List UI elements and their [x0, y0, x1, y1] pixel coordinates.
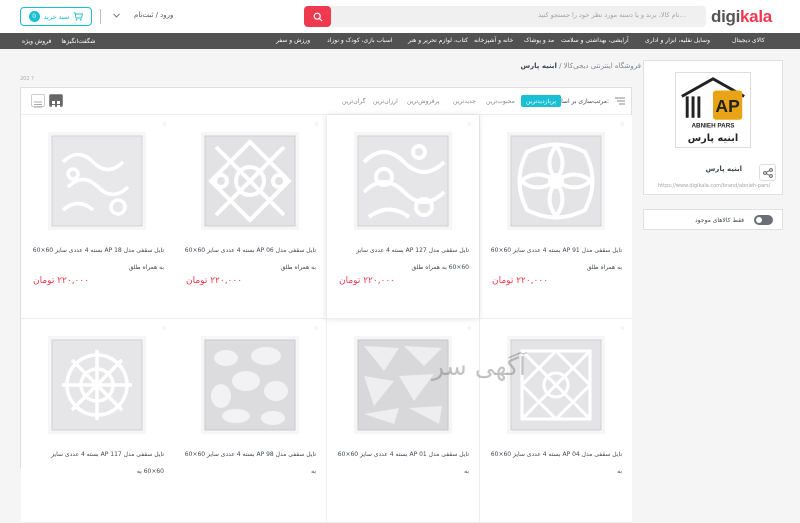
favorite-icon[interactable]: ☆ [314, 121, 319, 128]
watermark: آگهی سر [432, 352, 526, 381]
nav-item-toys[interactable]: اسباب بازی، کودک و نوزاد [327, 37, 393, 44]
product-price: ۲۲۰,۰۰۰ تومان [492, 276, 549, 286]
favorite-icon[interactable]: ☆ [620, 325, 625, 332]
sort-option-bestseller[interactable]: پرفروش‌ترین [407, 98, 440, 105]
sort-option-expensive[interactable]: گران‌ترین [342, 98, 365, 105]
nav-item-special-sale[interactable]: فروش ویژه [22, 38, 51, 45]
product-card[interactable]: ☆ تایل سقفی مدل AP 91 بسته 4 عددی سایز 6… [479, 115, 632, 319]
favorite-icon[interactable]: ☆ [162, 325, 167, 332]
nav-promos: فروش ویژه شگفت‌انگیزها [22, 33, 95, 49]
product-card[interactable]: ☆ تایل سقفی مدل AP 01 بسته 4 عددی سایز 6… [326, 319, 479, 523]
available-only-filter: فقط کالاهای موجود [643, 209, 783, 230]
breadcrumb-parent[interactable]: فروشگاه اینترنتی دیجی‌کالا [564, 62, 641, 70]
brand-logo-latin: ABNIEH PARS [691, 123, 734, 130]
product-title[interactable]: تایل سقفی مدل AP 91 بسته 4 عددی سایز 60×… [487, 242, 622, 276]
list-view-button[interactable] [31, 94, 45, 108]
search-input[interactable]: نام کالا، برند و یا دسته مورد نظر خود را… [304, 6, 706, 27]
product-title[interactable]: تایل سقفی مدل AP 127 بسته 4 عددی سایز 60… [334, 242, 469, 276]
sort-option-most-viewed[interactable]: پربازدیدترین [521, 95, 561, 107]
sort-option-cheapest[interactable]: ارزان‌ترین [373, 98, 398, 105]
results-count: 202 ? [20, 76, 34, 82]
product-image [354, 336, 452, 434]
product-title[interactable]: تایل سقفی مدل AP 06 بسته 4 عددی سایز 60×… [181, 242, 316, 276]
product-image [354, 132, 452, 230]
product-title[interactable]: تایل سقفی مدل AP 98 بسته 4 عددی سایز 60×… [181, 446, 316, 480]
nav-item-sports[interactable]: ورزش و سفر [276, 37, 310, 44]
favorite-icon[interactable]: ☆ [620, 121, 625, 128]
product-image [201, 336, 299, 434]
grid-view-button[interactable] [49, 94, 63, 108]
brand-logo: AP ABNIEH PARS ابنیه پارس [675, 72, 751, 148]
nav-item-amazing[interactable]: شگفت‌انگیزها [61, 38, 95, 45]
nav-item-beauty[interactable]: آرایشی، بهداشتی و سلامت [561, 37, 629, 44]
product-image [48, 132, 146, 230]
share-icon [762, 167, 773, 178]
list-icon [34, 101, 42, 108]
logo-text-b: kala [740, 7, 772, 26]
login-label: ورود / ثبت‌نام [134, 11, 174, 19]
digikala-logo[interactable]: digikala [711, 7, 772, 27]
nav-item-fashion[interactable]: مد و پوشاک [524, 37, 554, 44]
cart-button[interactable]: 0 سبد خرید [20, 7, 92, 26]
product-price: ۲۲۰,۰۰۰ تومان [33, 276, 90, 286]
product-title[interactable]: تایل سقفی مدل AP 18 بسته 4 عددی سایز 60×… [29, 242, 164, 276]
favorite-icon[interactable]: ☆ [467, 325, 472, 332]
favorite-icon[interactable]: ☆ [314, 325, 319, 332]
product-card[interactable]: ☆ تایل سقفی مدل AP 18 بسته 4 عددی سایز 6… [21, 115, 174, 319]
search-button[interactable] [304, 6, 331, 27]
logo-text-a: digi [711, 7, 741, 26]
nav-item-vehicles[interactable]: وسایل نقلیه، ابزار و اداری [645, 37, 710, 44]
product-title[interactable]: تایل سقفی مدل AP 01 بسته 4 عددی سایز 60×… [334, 446, 469, 480]
brand-logo-persian: ابنیه پارس [688, 133, 739, 144]
header: digikala نام کالا، برند و یا دسته مورد ن… [0, 0, 800, 33]
sort-bar: مرتب‌سازی بر اساس: پربازدیدترین محبوب‌تر… [21, 88, 631, 115]
header-divider [100, 9, 101, 24]
breadcrumb: فروشگاه اینترنتی دیجی‌کالا / ابنیه پارس [520, 62, 641, 70]
grid-icon [52, 101, 60, 108]
breadcrumb-current: ابنیه پارس [520, 62, 557, 70]
sort-label: مرتب‌سازی بر اساس: [553, 98, 609, 105]
sort-option-newest[interactable]: جدیدترین [453, 98, 476, 105]
product-card[interactable]: ☆ تایل سقفی مدل AP 06 بسته 4 عددی سایز 6… [173, 115, 326, 319]
favorite-icon[interactable]: ☆ [162, 121, 167, 128]
product-image [507, 336, 605, 434]
product-price: ۲۲۰,۰۰۰ تومان [339, 276, 396, 286]
search-placeholder: نام کالا، برند و یا دسته مورد نظر خود را… [538, 11, 686, 19]
cart-icon [73, 12, 84, 21]
brand-name: ابنیه پارس [705, 165, 742, 173]
main-nav: کالای دیجیتال وسایل نقلیه، ابزار و اداری… [0, 33, 800, 49]
product-card[interactable]: ☆ تایل سقفی مدل AP 98 بسته 4 عددی سایز 6… [173, 319, 326, 523]
product-image [201, 132, 299, 230]
chevron-down-icon [113, 12, 120, 18]
product-card[interactable]: ☆ تایل سقفی مدل AP 117 بسته 4 عددی سایز … [21, 319, 174, 523]
product-image [48, 336, 146, 434]
nav-item-home[interactable]: خانه و آشپزخانه [474, 37, 513, 44]
available-only-toggle[interactable] [754, 215, 773, 225]
sort-icon [615, 97, 625, 105]
search-icon [313, 12, 322, 21]
brand-logo-letters: AP [715, 96, 740, 116]
product-image [507, 132, 605, 230]
product-card[interactable]: ☆ تایل سقفی مدل AP 127 بسته 4 عددی سایز … [326, 115, 479, 319]
product-card[interactable]: ☆ تایل سقفی مدل AP 04 بسته 4 عددی سایز 6… [479, 319, 632, 523]
nav-item-digital[interactable]: کالای دیجیتال [732, 37, 765, 44]
favorite-icon[interactable]: ☆ [467, 121, 472, 128]
sort-option-popular[interactable]: محبوب‌ترین [486, 98, 515, 105]
product-listing: مرتب‌سازی بر اساس: پربازدیدترین محبوب‌تر… [20, 87, 632, 523]
cart-count-badge: 0 [28, 11, 40, 22]
available-only-label: فقط کالاهای موجود [694, 217, 744, 224]
cart-label: سبد خرید [43, 12, 70, 21]
brand-card: AP ABNIEH PARS ابنیه پارس ابنیه پارس htt… [643, 60, 783, 195]
breadcrumb-separator: / [559, 62, 562, 70]
product-title[interactable]: تایل سقفی مدل AP 04 بسته 4 عددی سایز 60×… [487, 446, 622, 480]
share-button[interactable] [759, 164, 776, 181]
brand-url: https://www.digikala.com/brand/abnieh-pa… [658, 183, 771, 189]
product-price: ۲۲۰,۰۰۰ تومان [186, 276, 243, 286]
nav-item-books[interactable]: کتاب، لوازم تحریر و هنر [408, 37, 468, 44]
product-title[interactable]: تایل سقفی مدل AP 117 بسته 4 عددی سایز 60… [29, 446, 164, 480]
login-link[interactable]: ورود / ثبت‌نام [113, 11, 173, 19]
